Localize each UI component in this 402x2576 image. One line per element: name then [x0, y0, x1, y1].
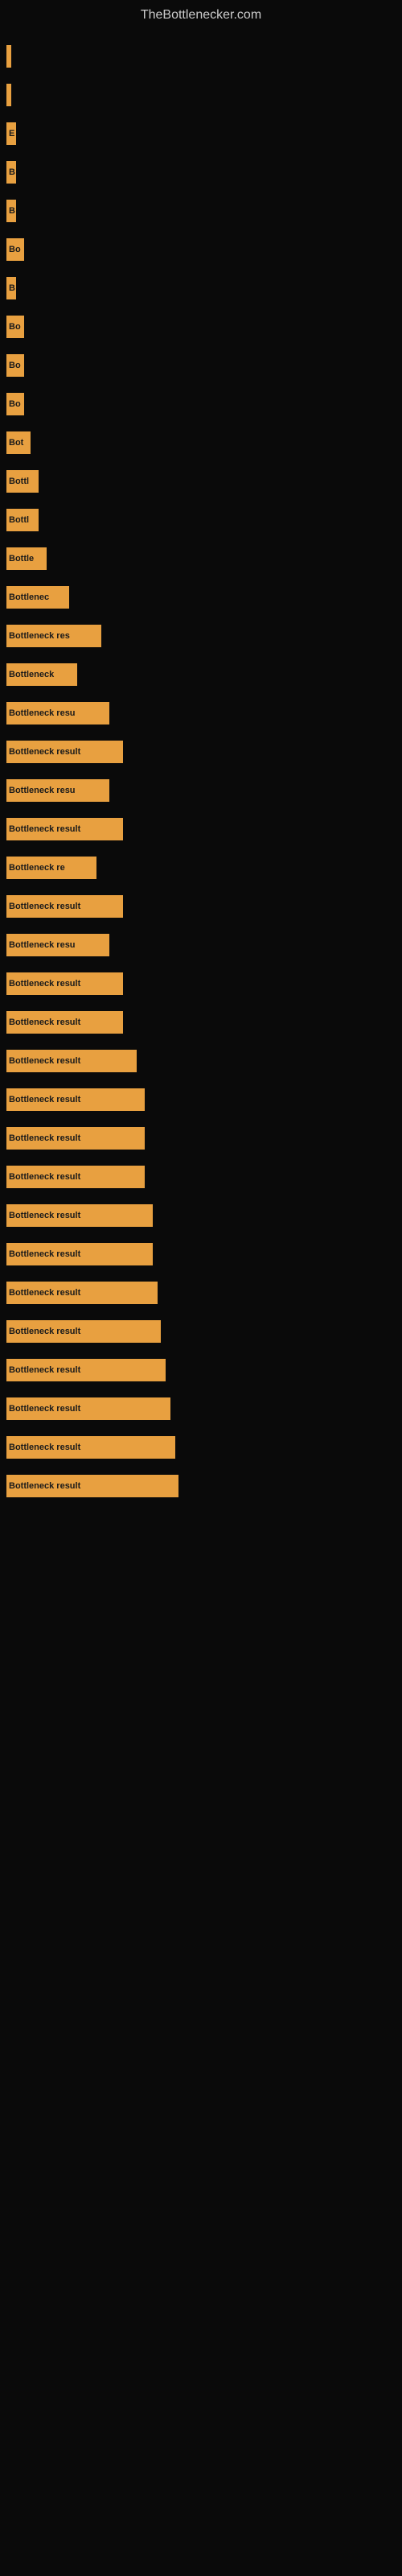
bottleneck-bar[interactable]: Bottleneck result	[6, 1320, 161, 1343]
bottleneck-bar[interactable]: Bottleneck result	[6, 1475, 178, 1497]
bar-row: Bottleneck result	[0, 733, 402, 771]
bar-row: Bottleneck result	[0, 810, 402, 848]
bar-row: Bottleneck result	[0, 1351, 402, 1389]
bottleneck-bar[interactable]: Bottleneck result	[6, 1359, 166, 1381]
bottleneck-bar[interactable]: E	[6, 122, 16, 145]
bottleneck-bar[interactable]: Bot	[6, 431, 31, 454]
bar-row: Bo	[0, 308, 402, 346]
bar-row: Bottlenec	[0, 578, 402, 617]
bottleneck-bar[interactable]: Bottleneck result	[6, 1011, 123, 1034]
bar-row: Bottleneck result	[0, 887, 402, 926]
bottleneck-bar[interactable]: Bottleneck resu	[6, 702, 109, 724]
bottleneck-bar[interactable]: Bottleneck result	[6, 1166, 145, 1188]
bottleneck-bar[interactable]: Bottleneck resu	[6, 934, 109, 956]
bottleneck-bar[interactable]: Bottleneck res	[6, 625, 101, 647]
bottleneck-bar[interactable]: Bottl	[6, 509, 39, 531]
bar-row: Bottleneck result	[0, 1003, 402, 1042]
bar-row: Bottleneck result	[0, 1080, 402, 1119]
bottleneck-bar[interactable]: Bo	[6, 316, 24, 338]
bottleneck-bar[interactable]	[6, 45, 11, 68]
bottleneck-bar[interactable]: Bottleneck result	[6, 1127, 145, 1150]
bar-row: Bottle	[0, 539, 402, 578]
bottleneck-bar[interactable]: Bottleneck re	[6, 857, 96, 879]
bar-row: B	[0, 269, 402, 308]
bottleneck-bar[interactable]: Bottleneck	[6, 663, 77, 686]
bar-row: Bottleneck result	[0, 1428, 402, 1467]
bottleneck-bar[interactable]: B	[6, 200, 16, 222]
bar-row: B	[0, 153, 402, 192]
bottleneck-bar[interactable]: Bottleneck result	[6, 1282, 158, 1304]
bottleneck-bar[interactable]: B	[6, 161, 16, 184]
bar-row: Bottl	[0, 501, 402, 539]
bottleneck-bar[interactable]: Bottleneck result	[6, 1204, 153, 1227]
bar-row: Bottleneck resu	[0, 694, 402, 733]
bar-row: Bottleneck result	[0, 1158, 402, 1196]
bottleneck-bar[interactable]: Bo	[6, 238, 24, 261]
bar-row: Bottleneck re	[0, 848, 402, 887]
bottleneck-bar[interactable]: Bottleneck result	[6, 818, 123, 840]
bar-row: Bottleneck resu	[0, 771, 402, 810]
bar-row	[0, 76, 402, 114]
bar-row	[0, 37, 402, 76]
bottleneck-bar[interactable]: Bo	[6, 393, 24, 415]
site-title: TheBottlenecker.com	[0, 0, 402, 29]
bar-row: E	[0, 114, 402, 153]
bar-row: B	[0, 192, 402, 230]
bottleneck-bar[interactable]: Bottlenec	[6, 586, 69, 609]
bottleneck-bar[interactable]: Bo	[6, 354, 24, 377]
bar-row: Bottleneck result	[0, 964, 402, 1003]
bar-row: Bottleneck result	[0, 1196, 402, 1235]
bar-row: Bottl	[0, 462, 402, 501]
bar-row: Bottleneck result	[0, 1042, 402, 1080]
bottleneck-bar[interactable]: Bottleneck result	[6, 741, 123, 763]
bottleneck-bar[interactable]: Bottl	[6, 470, 39, 493]
bar-row: Bo	[0, 346, 402, 385]
bar-row: Bottleneck result	[0, 1389, 402, 1428]
bottleneck-bar[interactable]: Bottle	[6, 547, 47, 570]
bars-container: EBBBoBBoBoBoBotBottlBottlBottleBottlenec…	[0, 29, 402, 1505]
bottleneck-bar[interactable]: Bottleneck resu	[6, 779, 109, 802]
bottleneck-bar[interactable]: B	[6, 277, 16, 299]
bottleneck-bar[interactable]: Bottleneck result	[6, 1088, 145, 1111]
bar-row: Bottleneck result	[0, 1312, 402, 1351]
bottleneck-bar[interactable]: Bottleneck result	[6, 1050, 137, 1072]
bar-row: Bot	[0, 423, 402, 462]
bar-row: Bottleneck	[0, 655, 402, 694]
bottleneck-bar[interactable]: Bottleneck result	[6, 1436, 175, 1459]
bar-row: Bo	[0, 230, 402, 269]
bottleneck-bar[interactable]: Bottleneck result	[6, 1243, 153, 1265]
bar-row: Bottleneck resu	[0, 926, 402, 964]
page-wrapper: TheBottlenecker.com EBBBoBBoBoBoBotBottl…	[0, 0, 402, 2576]
bottleneck-bar[interactable]: Bottleneck result	[6, 895, 123, 918]
bottleneck-bar[interactable]	[6, 84, 11, 106]
bar-row: Bottleneck res	[0, 617, 402, 655]
bottleneck-bar[interactable]: Bottleneck result	[6, 972, 123, 995]
bar-row: Bottleneck result	[0, 1274, 402, 1312]
bar-row: Bottleneck result	[0, 1119, 402, 1158]
bottleneck-bar[interactable]: Bottleneck result	[6, 1397, 170, 1420]
bar-row: Bottleneck result	[0, 1467, 402, 1505]
bar-row: Bottleneck result	[0, 1235, 402, 1274]
bar-row: Bo	[0, 385, 402, 423]
